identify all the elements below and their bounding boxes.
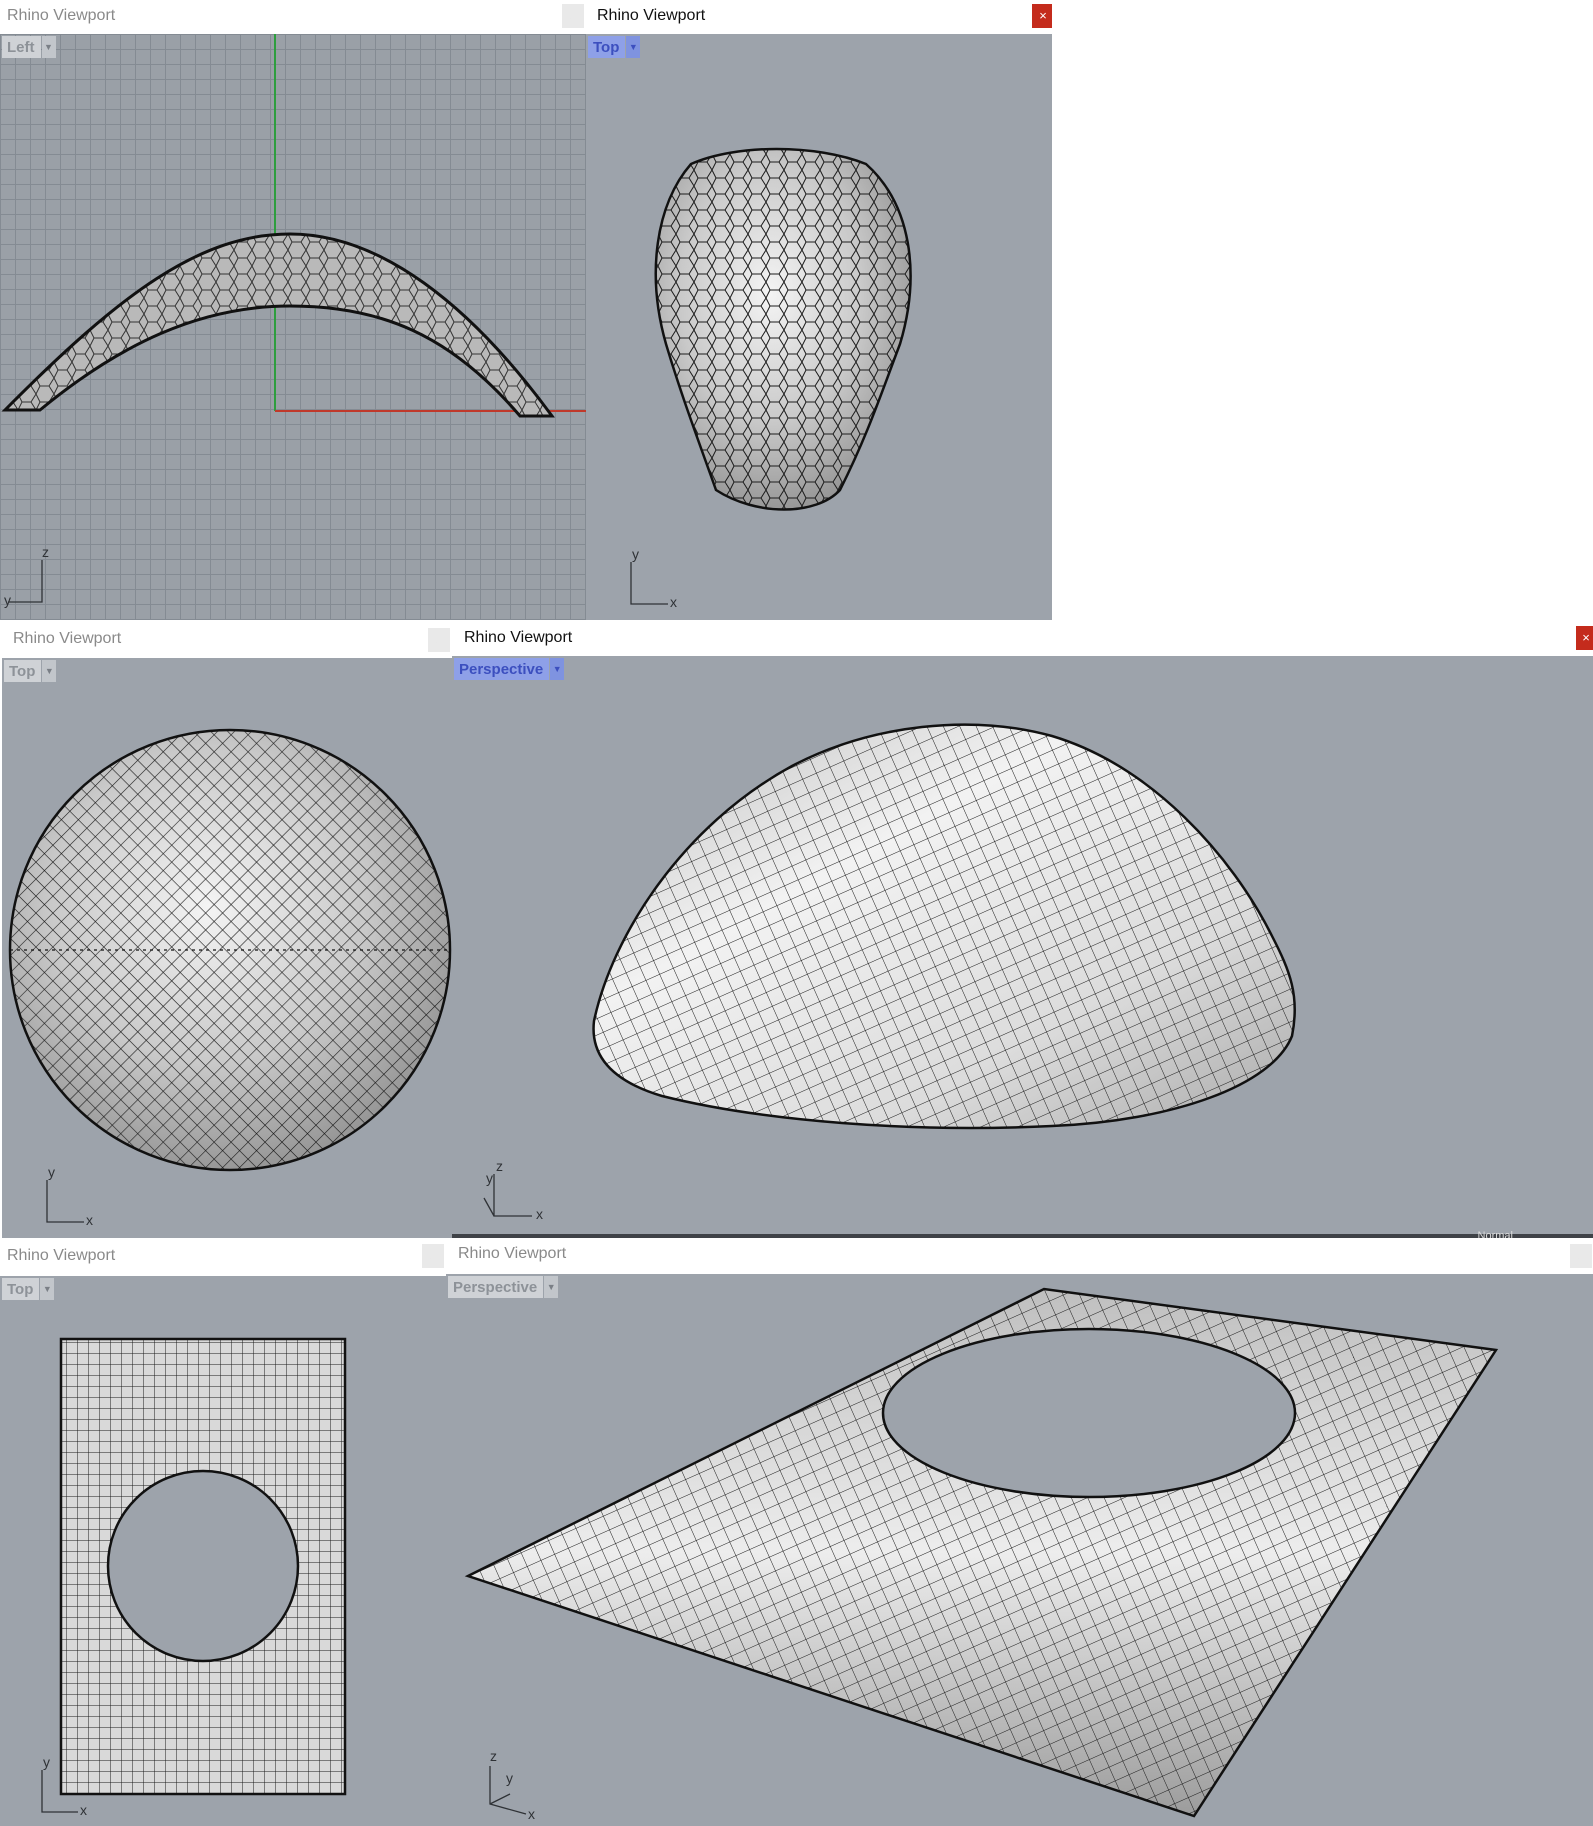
display-mode-label: Normal bbox=[1477, 1230, 1513, 1238]
viewport-window-top-1: Rhino Viewport × Top ▼ y x bbox=[586, 0, 1052, 620]
viewport-canvas[interactable]: Top ▼ y x bbox=[0, 1276, 446, 1826]
mesh-plate-perspective bbox=[464, 1287, 1499, 1818]
window-title: Rhino Viewport bbox=[7, 7, 116, 24]
chevron-down-icon[interactable]: ▼ bbox=[40, 1278, 55, 1300]
viewport-name: Top bbox=[2, 1278, 40, 1300]
axis-indicator: y x bbox=[0, 1746, 120, 1826]
chevron-down-icon[interactable]: ▼ bbox=[41, 36, 56, 58]
viewport-window-perspective-2: Rhino Viewport × Perspective ▼ z y x bbox=[446, 1238, 1593, 1826]
viewport-canvas[interactable]: Left ▼ z y bbox=[0, 34, 586, 620]
axis-label-x: x bbox=[86, 1212, 93, 1228]
close-icon[interactable]: × bbox=[562, 4, 584, 28]
axis-label-x: x bbox=[80, 1802, 87, 1818]
viewport-canvas[interactable]: Top ▼ y x bbox=[586, 34, 1052, 620]
chevron-down-icon[interactable]: ▼ bbox=[42, 660, 57, 682]
axis-label-y: y bbox=[48, 1164, 55, 1180]
mesh-dome-plan bbox=[8, 728, 452, 1172]
axis-indicator: y x bbox=[2, 1158, 122, 1238]
window-titlebar[interactable]: Rhino Viewport × bbox=[0, 0, 586, 34]
window-titlebar[interactable]: Rhino Viewport × bbox=[452, 622, 1593, 656]
window-titlebar[interactable]: Rhino Viewport × bbox=[446, 1238, 1593, 1272]
window-titlebar[interactable]: Rhino Viewport × bbox=[0, 1240, 446, 1274]
viewport-name: Top bbox=[4, 660, 42, 682]
axis-label-y: y bbox=[506, 1770, 513, 1786]
axis-label-z: z bbox=[490, 1748, 497, 1764]
viewport-name: Top bbox=[588, 36, 626, 58]
axis-indicator: z y x bbox=[452, 1158, 572, 1238]
axis-indicator: z y bbox=[0, 540, 120, 620]
window-titlebar[interactable]: Rhino Viewport × bbox=[0, 624, 452, 658]
viewport-name: Perspective bbox=[448, 1276, 544, 1298]
chevron-down-icon[interactable]: ▼ bbox=[550, 658, 565, 680]
viewport-name: Left bbox=[2, 36, 41, 58]
window-title: Rhino Viewport bbox=[458, 1245, 567, 1262]
chevron-down-icon[interactable]: ▼ bbox=[544, 1276, 559, 1298]
axis-label-y: y bbox=[4, 592, 11, 608]
viewport-window-top-2: Rhino Viewport × Top ▼ y x bbox=[0, 624, 452, 1238]
mesh-plate-plan bbox=[59, 1337, 347, 1796]
axis-indicator: z y x bbox=[446, 1746, 566, 1826]
viewport-window-left: Rhino Viewport × Left ▼ z y bbox=[0, 0, 586, 620]
window-title: Rhino Viewport bbox=[7, 1247, 116, 1264]
window-title: Rhino Viewport bbox=[597, 7, 706, 24]
mesh-dome-perspective bbox=[592, 723, 1296, 1130]
chevron-down-icon[interactable]: ▼ bbox=[626, 36, 641, 58]
viewport-canvas[interactable]: Perspective ▼ z y x Normal bbox=[452, 656, 1593, 1238]
close-icon[interactable]: × bbox=[1576, 626, 1593, 650]
axis-label-x: x bbox=[670, 594, 677, 610]
close-icon[interactable]: × bbox=[1032, 4, 1052, 28]
mesh-shell-side bbox=[1, 34, 586, 418]
axis-label-z: z bbox=[496, 1158, 503, 1174]
axis-label-x: x bbox=[536, 1206, 543, 1222]
viewport-canvas[interactable]: Top ▼ y x bbox=[2, 658, 452, 1238]
window-title: Rhino Viewport bbox=[464, 629, 573, 646]
viewport-label[interactable]: Perspective ▼ bbox=[448, 1276, 559, 1298]
viewport-canvas[interactable]: Perspective ▼ z y x bbox=[446, 1274, 1593, 1826]
axis-label-z: z bbox=[42, 544, 49, 560]
viewport-window-top-3: Rhino Viewport × Top ▼ y x bbox=[0, 1240, 446, 1826]
viewport-label[interactable]: Top ▼ bbox=[4, 660, 57, 682]
window-titlebar[interactable]: Rhino Viewport × bbox=[586, 0, 1052, 34]
axis-label-y: y bbox=[486, 1170, 493, 1186]
mesh-shell-top bbox=[654, 147, 912, 511]
viewport-name: Perspective bbox=[454, 658, 550, 680]
axis-label-y: y bbox=[43, 1754, 50, 1770]
viewport-label[interactable]: Top ▼ bbox=[2, 1278, 55, 1300]
viewport-label[interactable]: Left ▼ bbox=[2, 36, 56, 58]
close-icon[interactable]: × bbox=[428, 628, 450, 652]
axis-label-y: y bbox=[632, 546, 639, 562]
viewport-label[interactable]: Perspective ▼ bbox=[454, 658, 565, 680]
axis-indicator: y x bbox=[586, 540, 706, 620]
close-icon[interactable]: × bbox=[422, 1244, 444, 1268]
viewport-label[interactable]: Top ▼ bbox=[588, 36, 641, 58]
viewport-window-perspective-1: Rhino Viewport × Perspective ▼ z y x Nor… bbox=[452, 622, 1593, 1238]
window-title: Rhino Viewport bbox=[13, 630, 122, 647]
axis-label-x: x bbox=[528, 1806, 535, 1822]
close-icon[interactable]: × bbox=[1570, 1244, 1592, 1268]
